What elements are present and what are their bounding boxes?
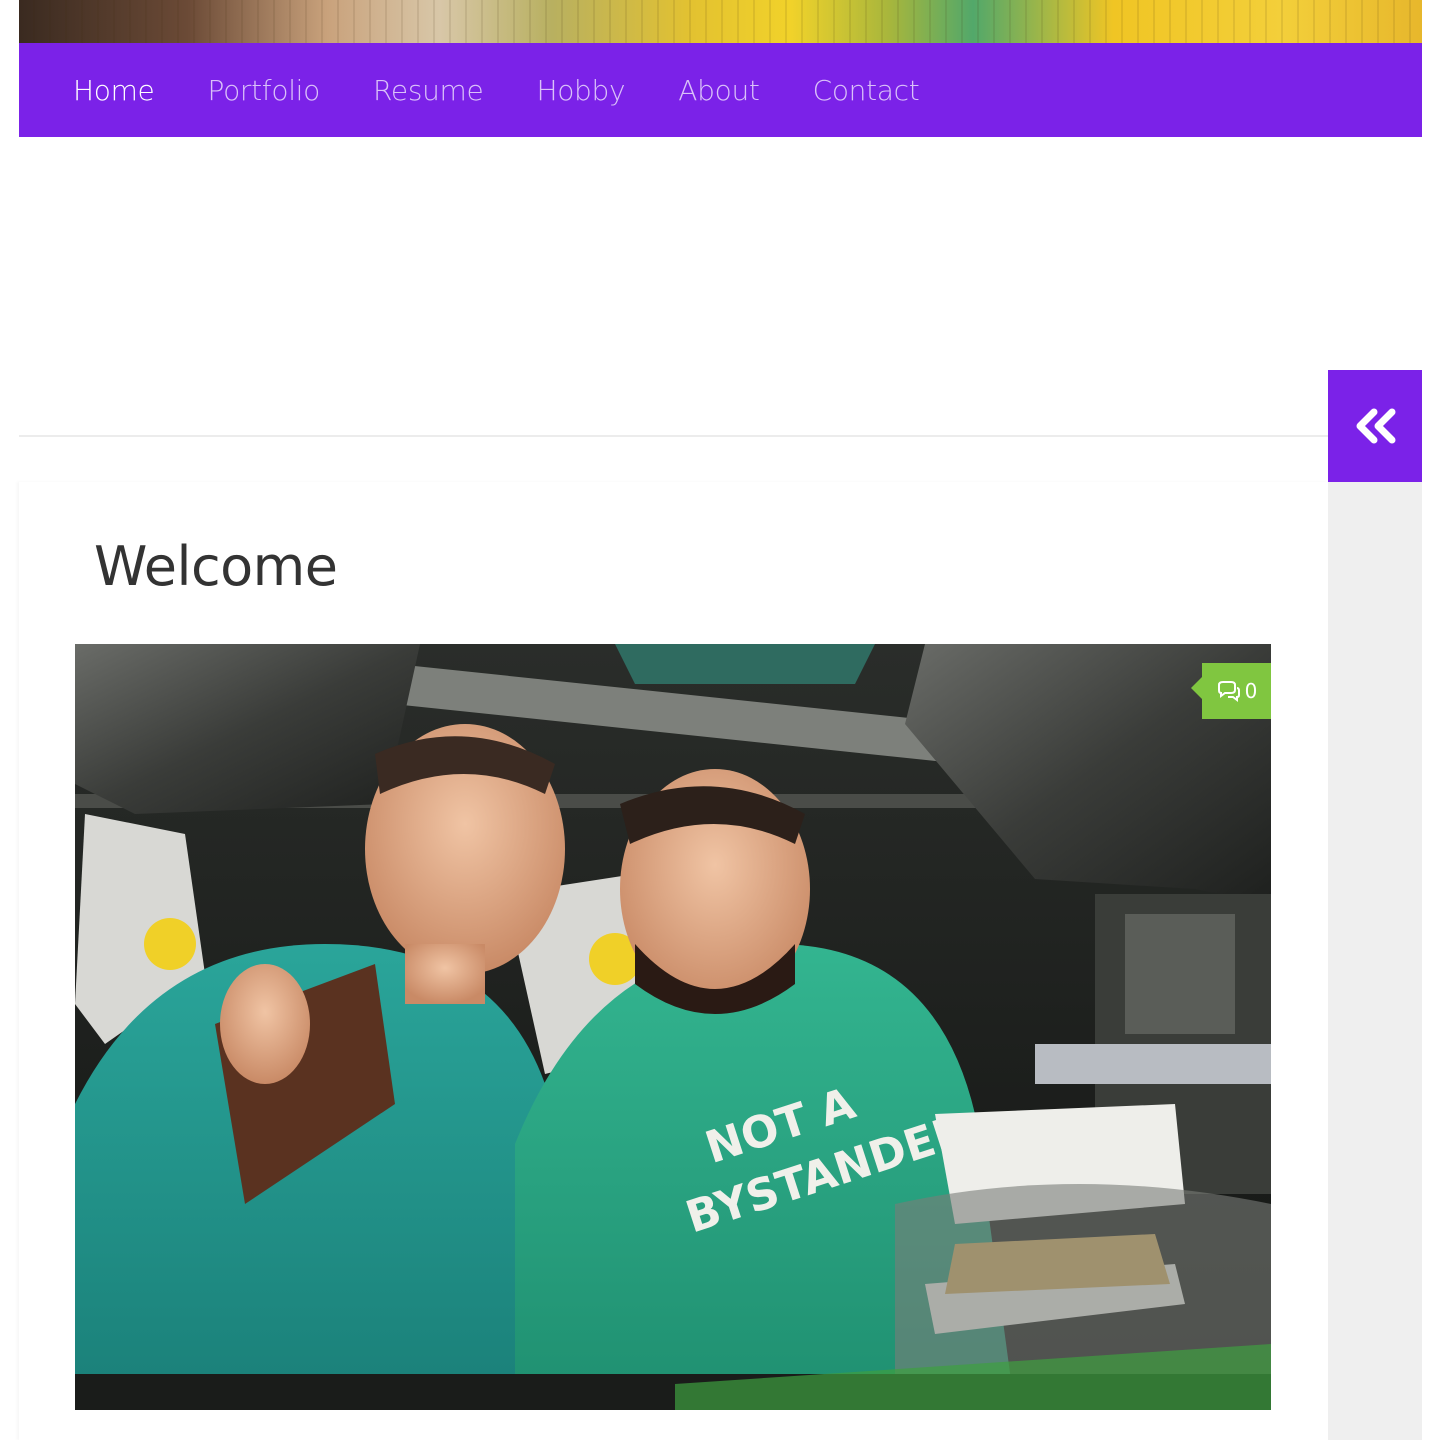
nav-item-contact[interactable]: Contact: [813, 74, 920, 107]
header-banner-image: [19, 0, 1422, 43]
comment-count: 0: [1244, 679, 1258, 703]
nav-item-hobby[interactable]: Hobby: [536, 74, 625, 107]
page-title: Welcome: [94, 535, 338, 598]
featured-image[interactable]: NOT A BYSTANDER: [75, 644, 1271, 1410]
sidebar-collapsed: [1328, 482, 1422, 1440]
nav-item-resume[interactable]: Resume: [373, 74, 484, 107]
nav-item-home[interactable]: Home: [73, 74, 155, 107]
sidebar-toggle-button[interactable]: [1328, 370, 1422, 482]
double-chevron-left-icon: [1356, 408, 1396, 444]
comment-count-badge[interactable]: 0: [1191, 663, 1271, 719]
nav-item-portfolio[interactable]: Portfolio: [208, 74, 321, 107]
header-divider: [19, 435, 1328, 437]
main-nav: Home Portfolio Resume Hobby About Contac…: [19, 43, 1422, 137]
comments-icon: [1217, 681, 1240, 702]
nav-item-about[interactable]: About: [678, 74, 760, 107]
